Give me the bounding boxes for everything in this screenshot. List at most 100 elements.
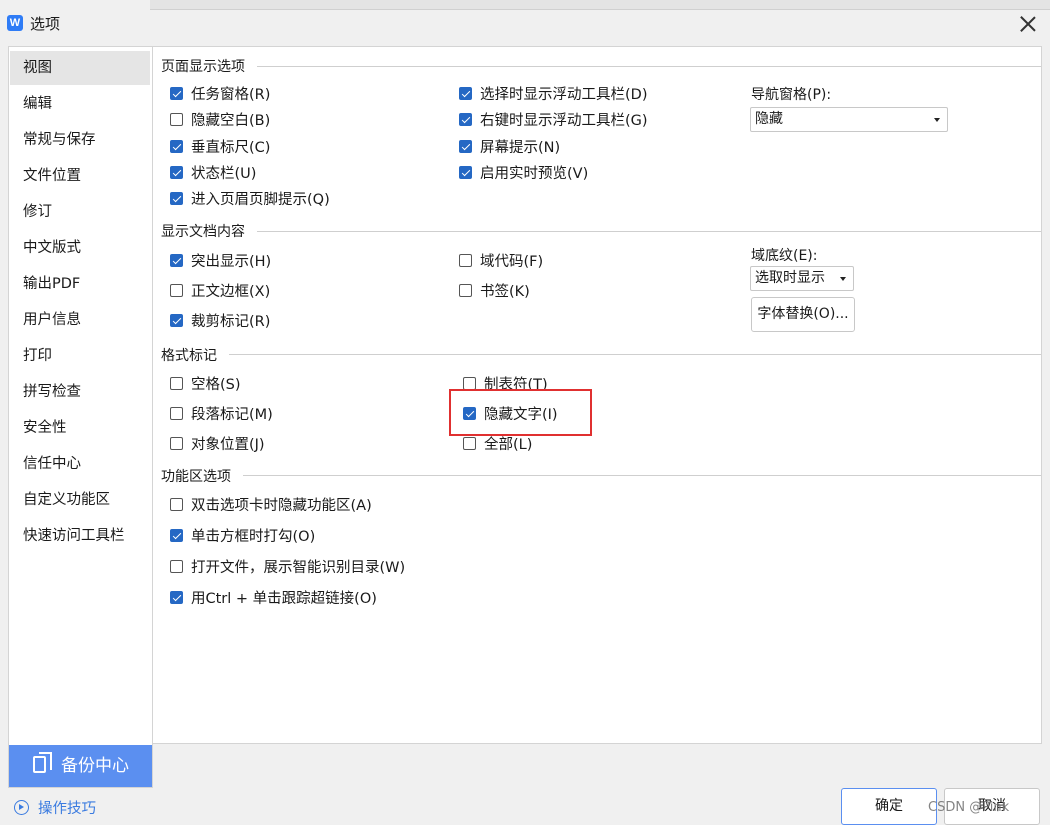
spaces-checkbox[interactable]: 空格(S) [170,373,241,394]
vertical-ruler-label: 垂直标尺(C) [191,140,271,156]
sidebar-item-quick-access-toolbar[interactable]: 快速访问工具栏 [10,519,150,553]
sidebar-item-chinese-layout[interactable]: 中文版式 [10,231,150,265]
field-shading-label: 域底纹(E): [751,248,818,264]
checkbox-checked-icon [459,140,472,153]
checkbox-checked-icon [459,166,472,179]
sidebar-item-edit[interactable]: 编辑 [10,87,150,121]
bookmarks-checkbox[interactable]: 书签(K) [459,280,530,301]
checkbox-checked-icon [170,591,183,604]
hide-blank-checkbox[interactable]: 隐藏空白(B) [170,109,270,130]
section-divider [229,354,1041,355]
field-shading-select[interactable]: 选取时显示 [750,266,854,291]
checkbox-checked-icon [170,87,183,100]
title-bar: W 选项 [0,0,1050,44]
floating-toolbar-select-checkbox[interactable]: 选择时显示浮动工具栏(D) [459,83,647,104]
nav-pane-select[interactable]: 隐藏 [750,107,948,132]
checkbox-unchecked-icon [170,284,183,297]
tab-characters-label: 制表符(T) [484,377,548,393]
sidebar-item-general-save[interactable]: 常规与保存 [10,123,150,157]
all-marks-checkbox[interactable]: 全部(L) [463,433,532,454]
vertical-ruler-checkbox[interactable]: 垂直标尺(C) [170,136,270,157]
checkbox-unchecked-icon [459,284,472,297]
task-pane-checkbox[interactable]: 任务窗格(R) [170,83,270,104]
live-preview-label: 启用实时预览(V) [480,166,589,182]
status-bar-checkbox[interactable]: 状态栏(U) [170,162,256,183]
backup-center-button[interactable]: 备份中心 [9,745,152,787]
field-codes-label: 域代码(F) [480,254,544,270]
ctrl-click-hyperlink-checkbox[interactable]: 用Ctrl + 单击跟踪超链接(O) [170,587,377,608]
status-bar-label: 状态栏(U) [191,166,257,182]
cancel-button[interactable]: 取消 [944,788,1040,825]
checkbox-checked-icon [459,87,472,100]
checkbox-unchecked-icon [459,254,472,267]
section-divider [257,66,1041,67]
bookmarks-label: 书签(K) [480,284,530,300]
hidden-text-label: 隐藏文字(I) [484,407,558,423]
backup-center-label: 备份中心 [61,756,129,776]
sidebar-item-file-location[interactable]: 文件位置 [10,159,150,193]
font-substitution-button[interactable]: 字体替换(O)... [751,297,855,332]
sidebar-item-user-info[interactable]: 用户信息 [10,303,150,337]
header-footer-tip-label: 进入页眉页脚提示(Q) [191,192,330,208]
field-codes-checkbox[interactable]: 域代码(F) [459,250,543,271]
crop-marks-checkbox[interactable]: 裁剪标记(R) [170,310,270,331]
task-pane-label: 任务窗格(R) [191,87,271,103]
screen-tips-checkbox[interactable]: 屏幕提示(N) [459,136,560,157]
floating-toolbar-rightclick-label: 右键时显示浮动工具栏(G) [480,113,648,129]
header-footer-tip-checkbox[interactable]: 进入页眉页脚提示(Q) [170,188,330,209]
section-divider [243,475,1041,476]
checkbox-unchecked-icon [463,377,476,390]
close-icon[interactable] [1016,12,1040,36]
checkbox-unchecked-icon [170,560,183,573]
all-marks-label: 全部(L) [484,437,533,453]
floating-toolbar-rightclick-checkbox[interactable]: 右键时显示浮动工具栏(G) [459,109,648,130]
checkbox-unchecked-icon [170,437,183,450]
dialog-title: 选项 [30,15,61,33]
text-border-label: 正文边框(X) [191,284,271,300]
click-box-check-checkbox[interactable]: 单击方框时打勾(O) [170,525,315,546]
sidebar-item-print[interactable]: 打印 [10,339,150,373]
text-border-checkbox[interactable]: 正文边框(X) [170,280,270,301]
section-divider [257,231,1041,232]
sidebar-item-customize-ribbon[interactable]: 自定义功能区 [10,483,150,517]
sidebar-item-trust-center[interactable]: 信任中心 [10,447,150,481]
backup-icon [33,752,52,773]
floating-toolbar-select-label: 选择时显示浮动工具栏(D) [480,87,648,103]
sidebar-item-view[interactable]: 视图 [10,51,150,85]
dblclick-hide-ribbon-label: 双击选项卡时隐藏功能区(A) [191,498,372,514]
nav-pane-label: 导航窗格(P): [751,87,832,103]
paragraph-marks-checkbox[interactable]: 段落标记(M) [170,403,273,424]
checkbox-checked-icon [170,314,183,327]
hidden-text-checkbox[interactable]: 隐藏文字(I) [463,403,558,424]
live-preview-checkbox[interactable]: 启用实时预览(V) [459,162,588,183]
paragraph-marks-label: 段落标记(M) [191,407,273,423]
section-title-format-marks: 格式标记 [161,348,217,364]
sidebar-item-revision[interactable]: 修订 [10,195,150,229]
chevron-down-icon [934,118,940,122]
smart-toc-checkbox[interactable]: 打开文件，展示智能识别目录(W) [170,556,405,577]
hide-blank-label: 隐藏空白(B) [191,113,271,129]
crop-marks-label: 裁剪标记(R) [191,314,271,330]
background-app-strip [150,0,1050,10]
checkbox-checked-icon [170,140,183,153]
object-anchors-checkbox[interactable]: 对象位置(J) [170,433,265,454]
checkbox-checked-icon [170,166,183,179]
sidebar-item-export-pdf[interactable]: 输出PDF [10,267,150,301]
object-anchors-label: 对象位置(J) [191,437,265,453]
section-title-ribbon: 功能区选项 [161,469,231,485]
chevron-down-icon [840,277,846,281]
ok-button[interactable]: 确定 [841,788,937,825]
checkbox-unchecked-icon [170,113,183,126]
checkbox-checked-icon [170,529,183,542]
tab-characters-checkbox[interactable]: 制表符(T) [463,373,548,394]
section-title-doc-content: 显示文档内容 [161,224,245,240]
sidebar-item-security[interactable]: 安全性 [10,411,150,445]
sidebar-item-spell-check[interactable]: 拼写检查 [10,375,150,409]
dblclick-hide-ribbon-checkbox[interactable]: 双击选项卡时隐藏功能区(A) [170,494,372,515]
highlight-checkbox[interactable]: 突出显示(H) [170,250,271,271]
wps-app-icon: W [7,15,23,31]
operation-tips-link[interactable]: 操作技巧 [14,797,96,818]
spaces-label: 空格(S) [191,377,241,393]
section-title-page-display: 页面显示选项 [161,59,245,75]
checkbox-unchecked-icon [170,407,183,420]
